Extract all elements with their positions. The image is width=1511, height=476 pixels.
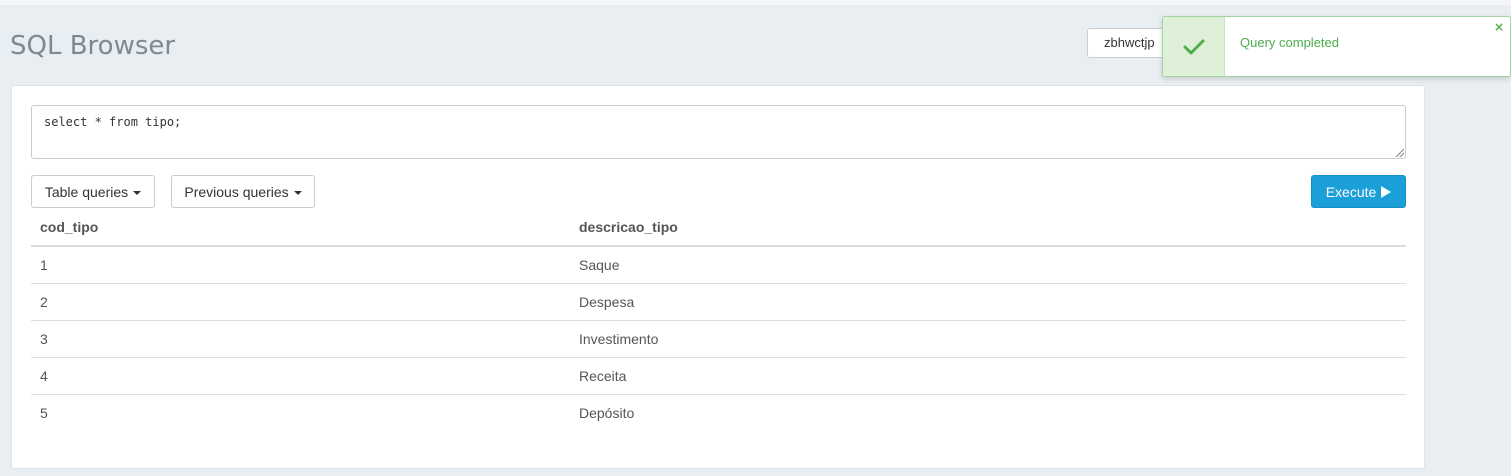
check-icon [1183, 39, 1204, 54]
table-row: 4 Receita [31, 357, 1406, 395]
table-row: 5 Depósito [31, 395, 1406, 432]
table-cell: 2 [31, 283, 570, 321]
table-row: 3 Investimento [31, 320, 1406, 358]
table-queries-label: Table queries [44, 183, 129, 200]
column-header: descricao_tipo [570, 209, 1406, 247]
previous-queries-label: Previous queries [184, 183, 289, 200]
table-cell: 3 [31, 320, 570, 358]
column-header: cod_tipo [31, 209, 570, 247]
table-cell: Investimento [570, 320, 1406, 358]
execute-button[interactable]: Execute [1311, 175, 1406, 208]
close-icon[interactable]: × [1494, 20, 1504, 34]
table-cell: Depósito [579, 405, 635, 421]
previous-queries-button[interactable]: Previous queries [171, 175, 315, 208]
table-row: 1 Saque [31, 246, 1406, 284]
table-cell: Receita [570, 357, 1406, 395]
table-header-row: cod_tipo descricao_tipo [31, 209, 1406, 247]
table-cell: 5 [40, 405, 48, 421]
notification-icon-box [1163, 17, 1225, 76]
page-title: SQL Browser [10, 31, 176, 61]
table-cell: 4 [31, 357, 570, 395]
top-bar [0, 0, 1511, 5]
table-queries-button[interactable]: Table queries [31, 175, 155, 208]
table-row: 2 Despesa [31, 283, 1406, 321]
notification-message: Query completed [1240, 35, 1339, 50]
table-cell: Despesa [570, 283, 1406, 321]
execute-label: Execute [1325, 183, 1377, 200]
resize-grip-icon[interactable] [1396, 149, 1404, 157]
table-cell: 1 [31, 246, 570, 284]
success-notification: Query completed [1162, 16, 1511, 77]
play-icon [1381, 185, 1392, 198]
caret-down-icon [133, 190, 142, 195]
query-editor[interactable]: select * from tipo; [31, 105, 1406, 159]
table-cell: Saque [570, 246, 1406, 284]
results-table: cod_tipo descricao_tipo 1 Saque 2 Despes… [31, 209, 1406, 431]
caret-down-icon [293, 190, 302, 195]
query-text[interactable]: select * from tipo; [44, 115, 181, 129]
query-panel: select * from tipo; Table queries Previo… [11, 85, 1425, 469]
